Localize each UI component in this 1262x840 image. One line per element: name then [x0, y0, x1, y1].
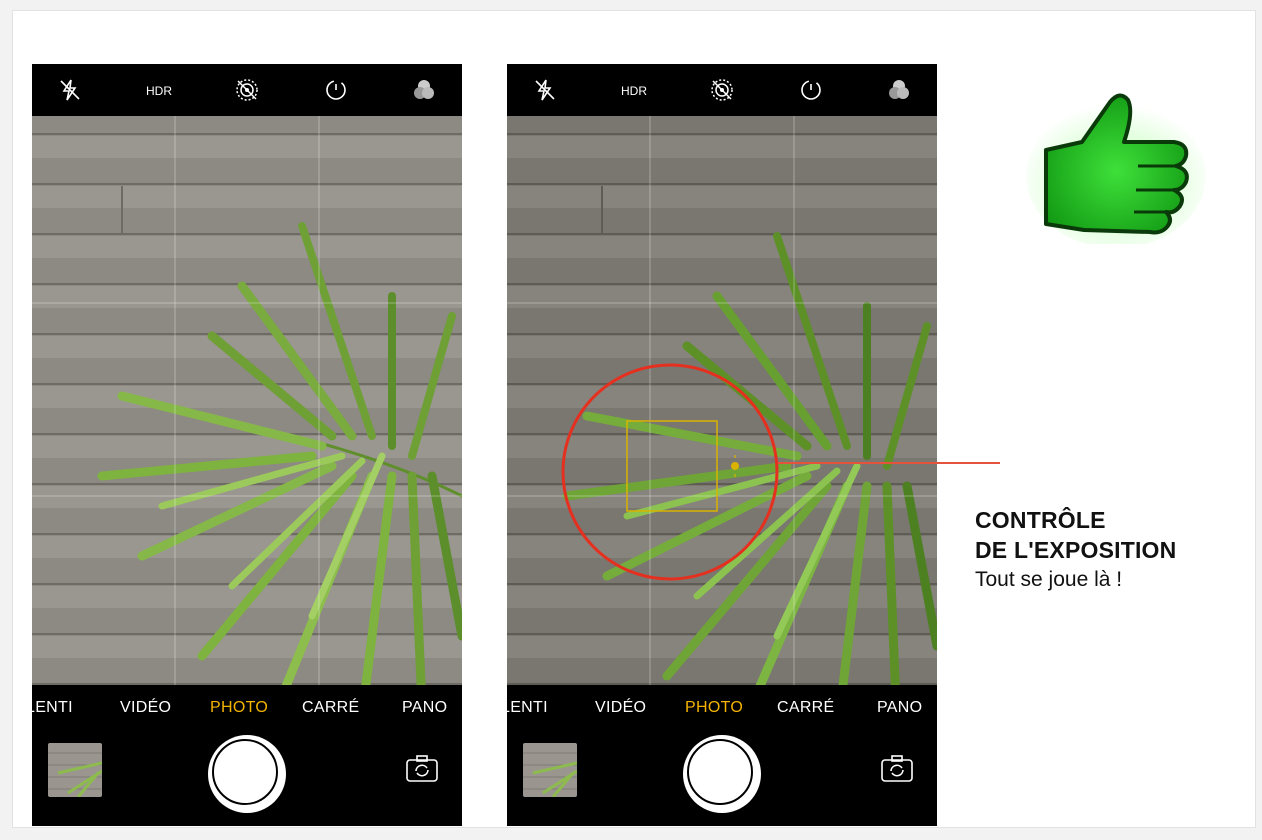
last-photo-thumbnail[interactable] [48, 743, 102, 797]
live-photo-icon[interactable]: HDR [614, 70, 654, 110]
last-photo-thumbnail[interactable] [523, 743, 577, 797]
mode-selector[interactable]: LENTI VIDÉO PHOTO CARRÉ PANO [507, 699, 937, 719]
svg-text:HDR: HDR [146, 84, 172, 98]
palm-scene-image [32, 116, 462, 735]
flash-off-icon[interactable] [525, 70, 565, 110]
camera-mode-bar: LENTI VIDÉO PHOTO CARRÉ PANO [507, 685, 937, 826]
mode-photo[interactable]: PHOTO [685, 699, 743, 717]
timer-icon[interactable] [316, 70, 356, 110]
mode-selector[interactable]: LENTI VIDÉO PHOTO CARRÉ PANO [32, 699, 462, 719]
filters-icon[interactable] [879, 70, 919, 110]
camera-mode-bar: LENTI VIDÉO PHOTO CARRÉ PANO [32, 685, 462, 826]
mode-lenti[interactable]: LENTI [32, 699, 73, 717]
mode-pano[interactable]: PANO [877, 699, 922, 717]
callout-pointer-line [778, 462, 1000, 464]
timer-icon[interactable] [791, 70, 831, 110]
mode-photo[interactable]: PHOTO [210, 699, 268, 717]
focus-icon[interactable] [702, 70, 742, 110]
mode-lenti[interactable]: LENTI [507, 699, 548, 717]
camera-top-bar: HDR [507, 64, 937, 116]
palm-scene-image [507, 116, 937, 735]
shutter-button[interactable] [683, 735, 761, 813]
viewfinder[interactable]: − + [507, 116, 937, 735]
caption-title-line2: DE L'EXPOSITION [975, 537, 1177, 563]
caption-title-line1: CONTRÔLE [975, 507, 1106, 533]
flash-off-icon[interactable] [50, 70, 90, 110]
shutter-button[interactable] [208, 735, 286, 813]
thumbs-up-icon [1024, 84, 1208, 248]
mode-pano[interactable]: PANO [402, 699, 447, 717]
filters-icon[interactable] [404, 70, 444, 110]
focus-icon[interactable] [227, 70, 267, 110]
camera-screen-exposure: HDR ENTI VIDÉO PHOTO CARRÉ PANO [507, 64, 937, 826]
viewfinder[interactable] [32, 116, 462, 735]
mode-carre[interactable]: CARRÉ [302, 699, 360, 717]
mode-video[interactable]: VIDÉO [595, 699, 646, 717]
switch-camera-icon[interactable] [404, 751, 440, 787]
svg-text:HDR: HDR [621, 84, 647, 98]
mode-carre[interactable]: CARRÉ [777, 699, 835, 717]
caption-subtitle: Tout se joue là ! [975, 568, 1123, 591]
switch-camera-icon[interactable] [879, 751, 915, 787]
camera-screen-before: HDR ENTI VIDÉO PHOTO CARRÉ PANO [32, 64, 462, 826]
camera-top-bar: HDR [32, 64, 462, 116]
live-photo-icon[interactable]: HDR [139, 70, 179, 110]
exposure-caption: CONTRÔLE DE L'EXPOSITION Tout se joue là… [975, 505, 1176, 595]
mode-video[interactable]: VIDÉO [120, 699, 171, 717]
